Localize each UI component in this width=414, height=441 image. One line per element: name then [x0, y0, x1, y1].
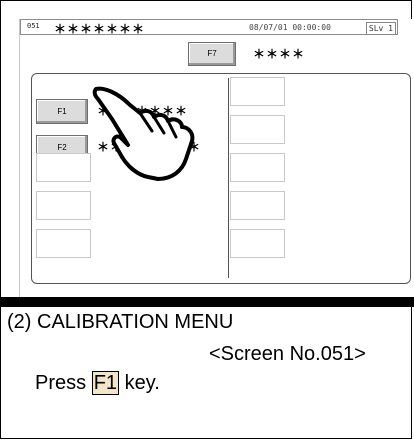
panel-divider: [228, 78, 229, 278]
screen-bottom-bar: [0, 297, 414, 307]
empty-slot-right-4: [230, 191, 285, 220]
f1-button[interactable]: F1: [36, 99, 88, 124]
empty-slot-left-4: [36, 191, 91, 220]
instruction-press: Press: [35, 372, 87, 394]
empty-slot-right-3: [230, 153, 285, 182]
empty-slot-left-3: [36, 153, 91, 182]
f7-label: ＊＊＊＊: [253, 47, 306, 61]
instruction-suffix: key.: [124, 372, 160, 394]
calibration-menu-screen: 051 ＊＊＊＊＊＊＊ 08/07/01 00:00:00 SLv 1 F7 ＊…: [19, 19, 414, 297]
date-time: 08/07/01 00:00:00: [249, 23, 331, 32]
status-bar: 051 ＊＊＊＊＊＊＊ 08/07/01 00:00:00 SLv 1: [20, 19, 398, 36]
empty-slot-right-5: [230, 229, 285, 258]
empty-slot-right-2: [230, 115, 285, 144]
empty-slot-right-1: [230, 77, 285, 106]
security-level-badge: SLv 1: [365, 22, 396, 35]
empty-slot-left-5: [36, 229, 91, 258]
screen-title: ＊＊＊＊＊＊＊: [54, 22, 146, 36]
section-heading: (2) CALIBRATION MENU: [7, 311, 234, 333]
pointing-hand-icon: [92, 86, 195, 181]
screen-number: 051: [27, 22, 40, 30]
screen-reference: <Screen No.051>: [209, 343, 366, 365]
instruction-key-f1: F1: [91, 371, 120, 395]
instruction-line: Press F1 key.: [35, 371, 160, 395]
f7-button[interactable]: F7: [188, 42, 236, 66]
